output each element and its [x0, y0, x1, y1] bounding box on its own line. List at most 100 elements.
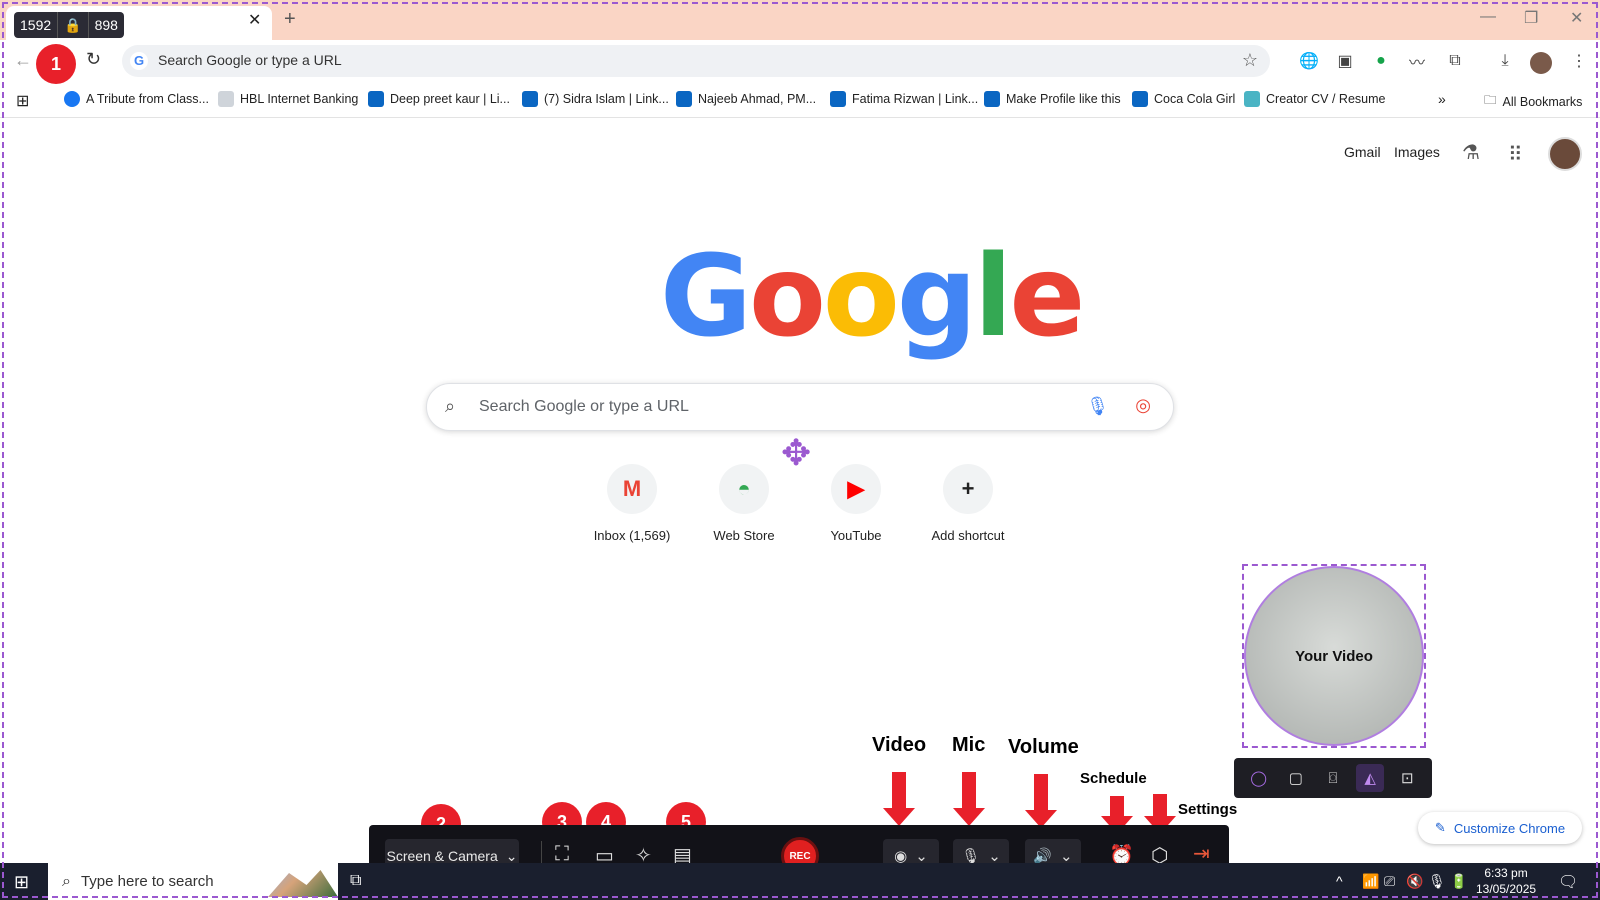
google-lens-icon[interactable]: ◎: [1135, 395, 1151, 416]
annotation-arrow: [953, 772, 985, 826]
folder-icon: 🗀: [1484, 93, 1497, 107]
facebook-icon: [64, 91, 80, 107]
translate-icon[interactable]: 🌐: [1298, 50, 1320, 72]
bookmark-item[interactable]: Make Profile like this: [984, 91, 1121, 107]
system-clock[interactable]: 6:33 pm 13/05/2025: [1476, 865, 1536, 897]
linkedin-icon: [1132, 91, 1148, 107]
task-view-icon[interactable]: ⧉: [350, 872, 361, 890]
annotation-arrow: [1101, 796, 1133, 834]
square-shape-icon[interactable]: ▢: [1282, 764, 1310, 792]
extension-icon[interactable]: ▣: [1334, 50, 1356, 72]
network-icon[interactable]: 📶: [1362, 873, 1379, 890]
camera-tray-icon[interactable]: ⎚: [1384, 873, 1395, 890]
google-favicon-icon: G: [130, 52, 148, 70]
notifications-icon[interactable]: 🗨: [1558, 872, 1578, 892]
shortcut-add[interactable]: + Add shortcut: [912, 464, 1024, 543]
linkedin-icon: [676, 91, 692, 107]
bookmark-item[interactable]: A Tribute from Class...: [64, 91, 209, 107]
battery-icon[interactable]: 🔋: [1450, 873, 1467, 890]
clock-date: 13/05/2025: [1476, 882, 1537, 896]
search-icon: ⌕: [445, 396, 456, 416]
tray-expand-icon[interactable]: ^: [1336, 873, 1343, 889]
annotation-video: Video: [872, 734, 927, 756]
annotation-settings: Settings: [1178, 801, 1238, 818]
bookmark-item[interactable]: Coca Cola Girl: [1132, 91, 1235, 107]
lock-icon: 🔒: [64, 16, 82, 33]
annotation-number: 1: [36, 44, 76, 84]
gmail-icon: M: [607, 464, 657, 514]
linkedin-icon: [368, 91, 384, 107]
gmail-link[interactable]: Gmail: [1344, 144, 1381, 160]
browser-toolbar: ← ↻ G Search Google or type a URL ☆: [0, 40, 1600, 82]
search-icon: ⌕: [62, 872, 71, 890]
mute-icon[interactable]: 🔇: [1406, 873, 1423, 890]
mic-tray-icon[interactable]: 🎙: [1428, 873, 1446, 890]
bookmark-item[interactable]: Deep preet kaur | Li...: [368, 91, 510, 107]
shortcut-web-store[interactable]: ◓ Web Store: [688, 464, 800, 543]
taskbar-search[interactable]: ⌕ Type here to search: [48, 863, 338, 900]
back-icon[interactable]: ←: [14, 50, 32, 71]
close-tab-icon[interactable]: ✕: [248, 10, 261, 30]
mirror-icon[interactable]: ◭: [1356, 764, 1385, 792]
bookmark-item[interactable]: Creator CV / Resume: [1244, 91, 1385, 107]
camera-shape-toolbar: ◯ ▢ ⌼ ◭ ⊡: [1234, 758, 1432, 798]
images-link[interactable]: Images: [1394, 144, 1440, 160]
bookmark-item[interactable]: (7) Sidra Islam | Link...: [522, 91, 669, 107]
grammarly-icon[interactable]: ●: [1370, 50, 1392, 72]
annotation-arrow: [1025, 774, 1057, 828]
annotation-volume: Volume: [1008, 736, 1079, 758]
profile-avatar[interactable]: [1530, 52, 1552, 74]
camera-label: Your Video: [1295, 647, 1373, 665]
search-highlight-image: [268, 870, 338, 897]
background-icon[interactable]: ⊡: [1393, 764, 1421, 792]
search-placeholder: Search Google or type a URL: [479, 398, 689, 415]
plus-icon: +: [943, 464, 993, 514]
customize-chrome-button[interactable]: ✎ Customize Chrome: [1418, 812, 1582, 844]
menu-icon[interactable]: ⋮: [1568, 50, 1590, 72]
capture-height: 898: [94, 17, 118, 33]
circle-shape-icon[interactable]: ◯: [1245, 764, 1273, 792]
bookmark-item[interactable]: HBL Internet Banking: [218, 91, 358, 107]
shortcut-youtube[interactable]: ▶ YouTube: [800, 464, 912, 543]
address-placeholder: Search Google or type a URL: [158, 52, 342, 68]
windows-start-icon[interactable]: ⊞: [14, 872, 29, 893]
apps-grid-icon[interactable]: ⊞: [16, 91, 29, 111]
clock-time: 6:33 pm: [1484, 866, 1528, 880]
bookmark-item[interactable]: Fatima Rizwan | Link...: [830, 91, 978, 107]
labs-flask-icon[interactable]: ⚗: [1462, 140, 1480, 165]
linkedin-icon: [522, 91, 538, 107]
bookmark-star-icon[interactable]: ☆: [1242, 50, 1258, 71]
all-bookmarks[interactable]: 🗀 All Bookmarks: [1484, 91, 1582, 112]
bookmarks-bar: ⊞ A Tribute from Class... HBL Internet B…: [0, 82, 1600, 118]
chevron-down-icon: ⌄: [505, 847, 518, 864]
new-tab-icon[interactable]: +: [284, 8, 296, 31]
puzzle-icon[interactable]: ⧉: [1444, 50, 1466, 72]
camera-preview[interactable]: Your Video: [1244, 566, 1424, 746]
windows-taskbar: ⊞ ⌕ Type here to search ⧉ ^ 📶 ⎚ 🔇 🎙 🔋 6:…: [0, 863, 1600, 900]
bookmark-item[interactable]: Najeeb Ahmad, PM...: [676, 91, 816, 107]
reload-icon[interactable]: ↻: [86, 49, 101, 70]
close-window-icon[interactable]: ✕: [1570, 8, 1583, 28]
focus-icon[interactable]: ⌼: [1319, 764, 1347, 792]
doc-icon: [1244, 91, 1260, 107]
screen: 1592 🔒 898 ✕ + — ❐ ✕ ← ↻ G Search Google…: [0, 0, 1600, 900]
voice-search-icon[interactable]: 🎙: [1086, 396, 1109, 417]
google-apps-icon[interactable]: ⠿: [1508, 142, 1523, 167]
google-account-avatar[interactable]: [1548, 137, 1582, 171]
annotation-arrow: [883, 772, 915, 826]
analytics-icon[interactable]: 〰: [1406, 50, 1428, 72]
shortcut-gmail[interactable]: M Inbox (1,569): [576, 464, 688, 543]
more-bookmarks-icon[interactable]: »: [1438, 91, 1446, 107]
linkedin-icon: [984, 91, 1000, 107]
restore-icon[interactable]: ❐: [1524, 8, 1538, 28]
annotation-arrow: [1144, 794, 1176, 834]
capture-width: 1592: [20, 17, 52, 33]
address-bar[interactable]: G Search Google or type a URL ☆: [122, 45, 1270, 77]
youtube-icon: ▶: [831, 464, 881, 514]
annotation-schedule: Schedule: [1080, 770, 1147, 787]
minimize-icon[interactable]: —: [1480, 8, 1496, 26]
google-search-box[interactable]: ⌕ Search Google or type a URL 🎙 ◎: [426, 383, 1174, 431]
capture-dimensions-badge: 1592 🔒 898: [14, 12, 124, 38]
pencil-icon: ✎: [1434, 820, 1446, 835]
download-icon[interactable]: ⤓: [1494, 50, 1516, 72]
